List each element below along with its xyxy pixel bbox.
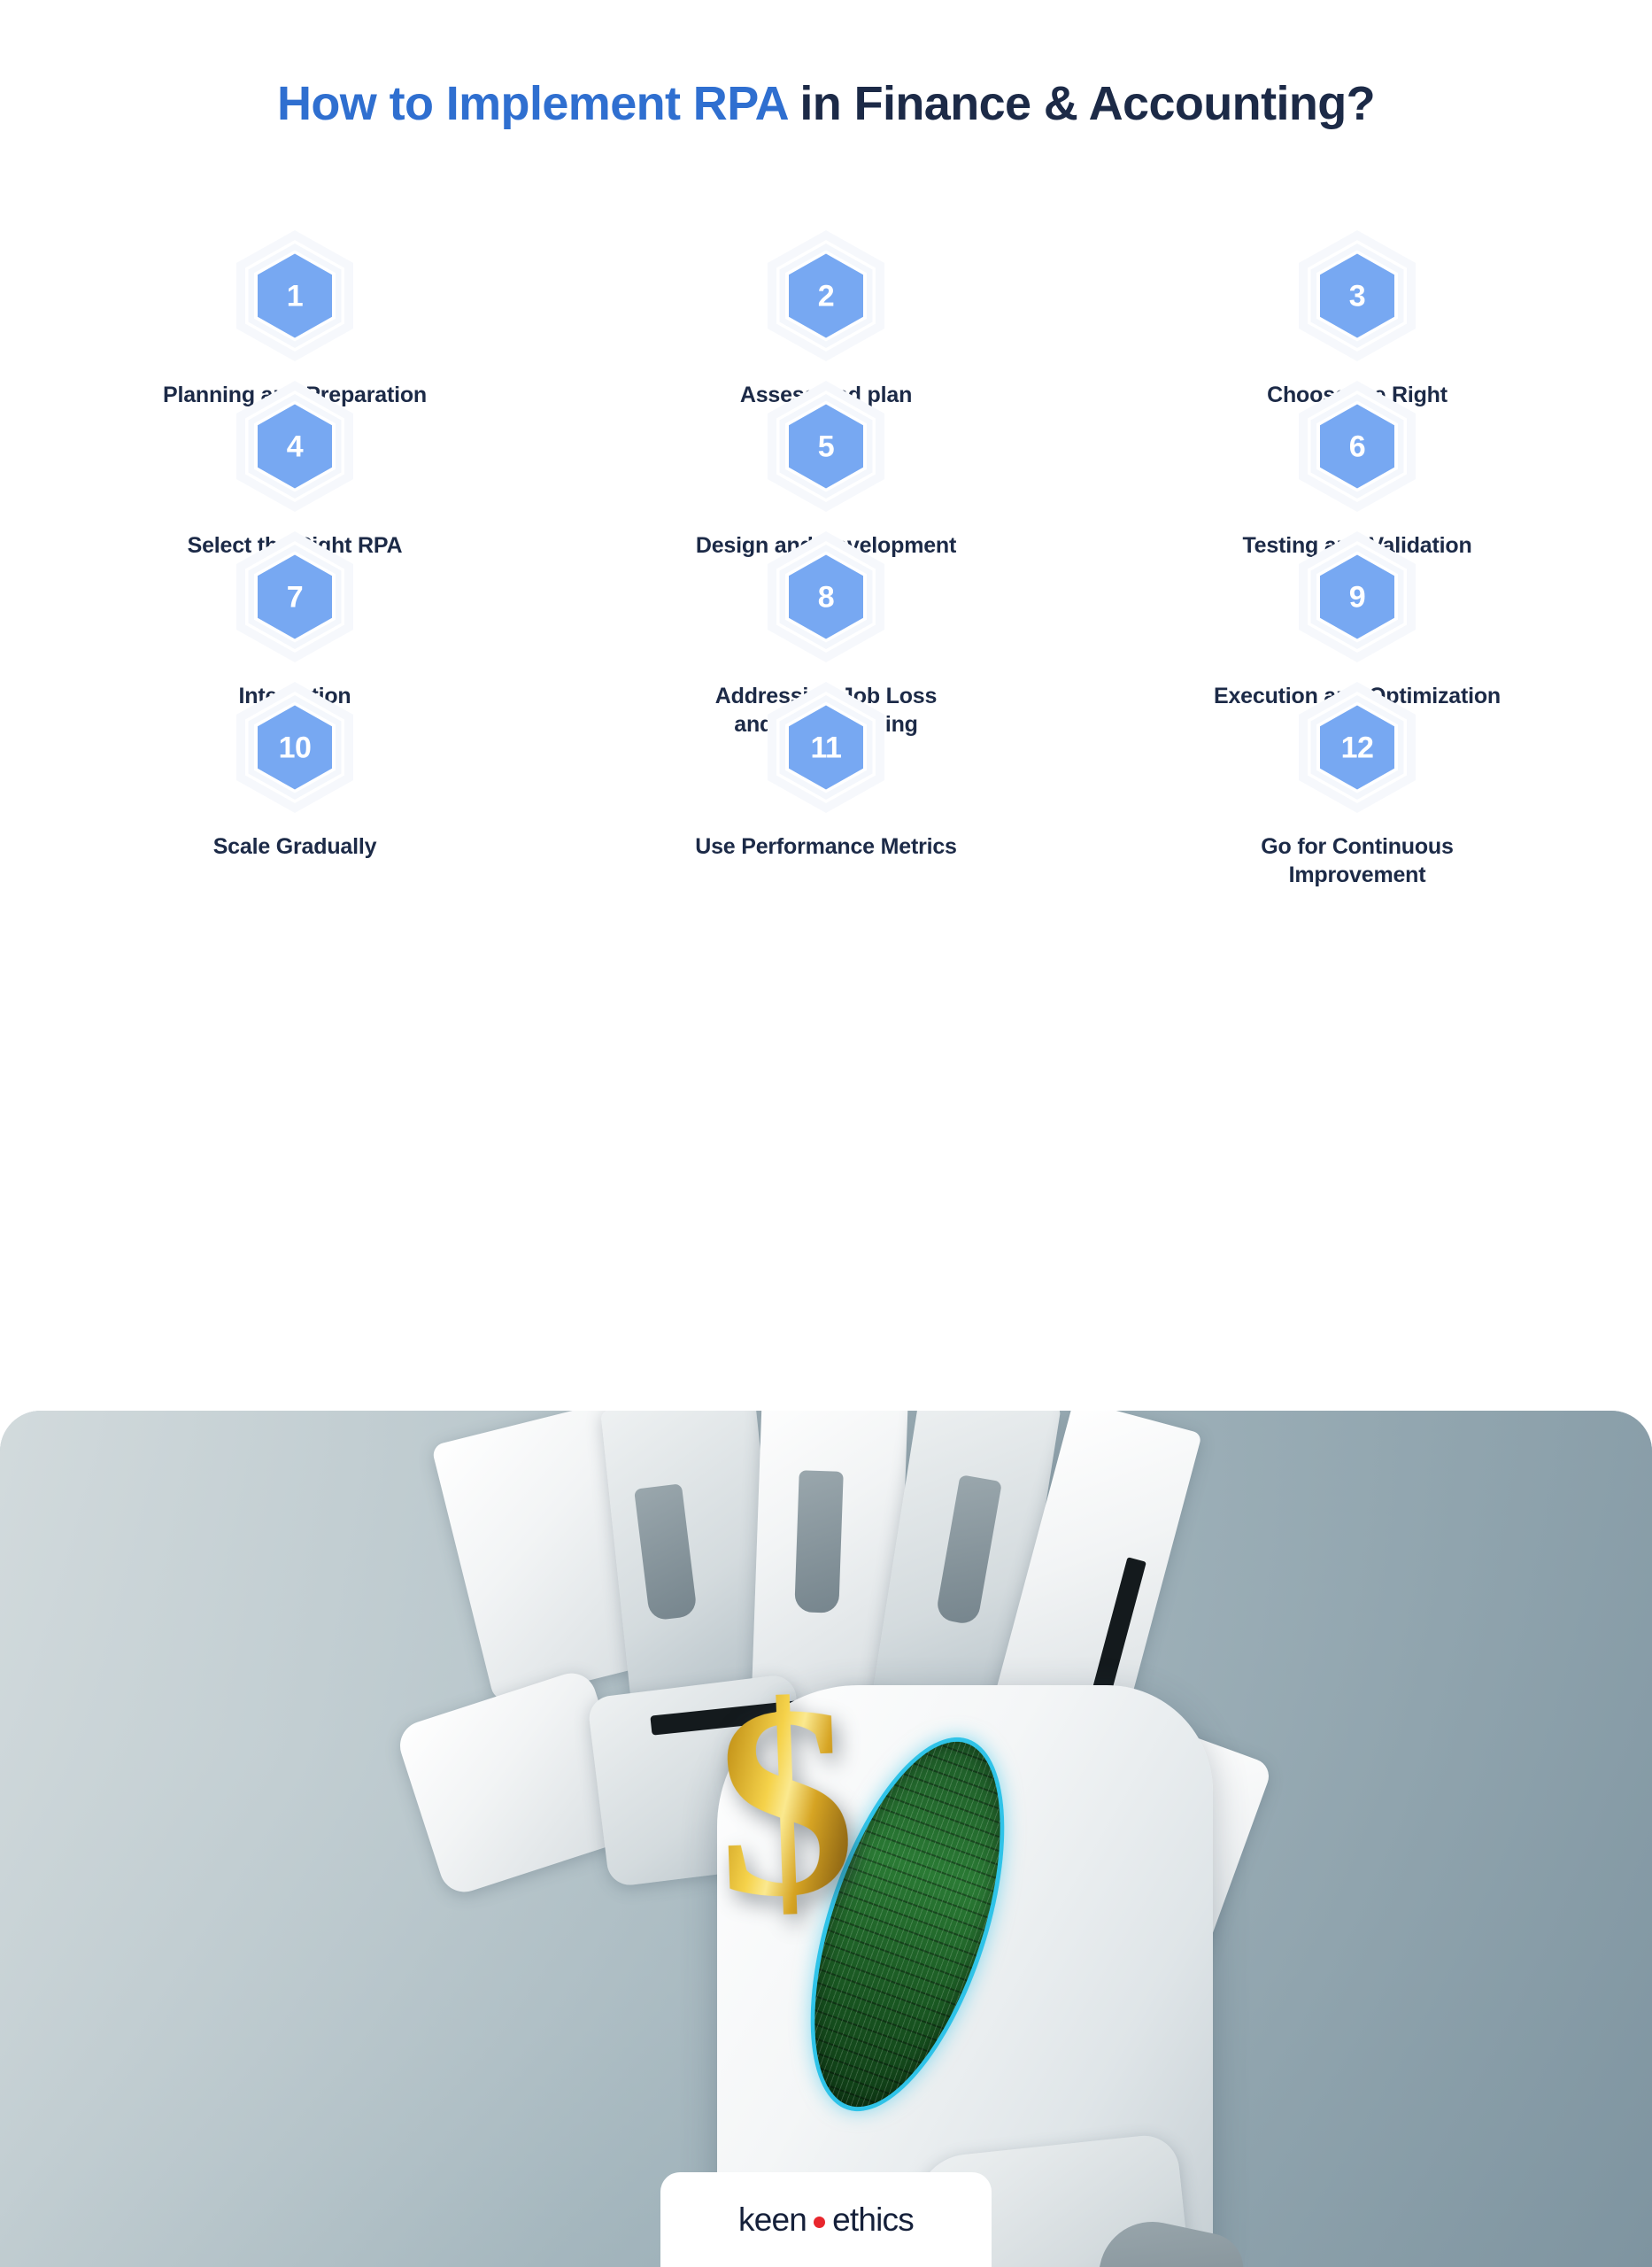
step-label: Go for Continuous Improvement <box>1261 834 1454 887</box>
step-number: 5 <box>817 429 835 463</box>
step-number: 7 <box>286 580 304 614</box>
brand-logo-card[interactable]: keen ethics <box>660 2172 992 2267</box>
dollar-sign-icon: $ <box>712 1647 860 1956</box>
step-item-11: 11 Use Performance Metrics <box>560 675 1092 859</box>
page-title-accent: How to Implement RPA <box>276 77 788 130</box>
step-item-1: 1 Planning and Preparation <box>29 223 560 407</box>
hexagon-badge-icon: 1 <box>236 230 353 361</box>
step-number: 11 <box>810 731 842 764</box>
step-item-6: 6 Testing and Validation <box>1092 374 1623 558</box>
hexagon-badge-icon: 5 <box>768 381 884 512</box>
steps-grid: 1 Planning and Preparation 2 Assess and … <box>29 223 1623 887</box>
infographic-root: How to Implement RPA in Finance & Accoun… <box>0 0 1652 2267</box>
step-item-12: 12 Go for Continuous Improvement <box>1092 675 1623 887</box>
step-number: 10 <box>278 731 312 764</box>
step-item-3: 3 Choose the Right Processes <box>1092 223 1623 436</box>
page-title-rest: in Finance & Accounting? <box>787 77 1376 130</box>
step-number: 6 <box>1348 429 1366 463</box>
logo-dot-icon <box>814 2217 826 2228</box>
logo-word-keen: keen <box>738 2201 807 2238</box>
hexagon-badge-icon: 6 <box>1299 381 1416 512</box>
hexagon-badge-icon: 11 <box>768 682 884 813</box>
step-label: Scale Gradually <box>212 834 377 859</box>
hexagon-badge-icon: 12 <box>1299 682 1416 813</box>
step-number: 1 <box>286 279 304 313</box>
step-number: 4 <box>286 429 304 463</box>
hexagon-badge-icon: 4 <box>236 381 353 512</box>
step-item-10: 10 Scale Gradually <box>29 675 560 859</box>
brand-logo: keen ethics <box>738 2201 915 2238</box>
step-item-5: 5 Design and Development <box>560 374 1092 558</box>
hexagon-badge-icon: 3 <box>1299 230 1416 361</box>
step-item-2: 2 Assess and plan <box>560 223 1092 407</box>
step-item-9: 9 Execution and Optimization <box>1092 524 1623 708</box>
step-number: 2 <box>817 279 835 313</box>
step-item-8: 8 Addressing Job Loss and Staff Training <box>560 524 1092 737</box>
hexagon-badge-icon: 8 <box>768 531 884 662</box>
logo-word-ethics: ethics <box>832 2201 915 2238</box>
step-item-7: 7 Integration <box>29 524 560 708</box>
page-title: How to Implement RPA in Finance & Accoun… <box>0 76 1652 131</box>
step-number: 8 <box>817 580 835 614</box>
step-number: 12 <box>1340 731 1374 764</box>
hexagon-badge-icon: 10 <box>236 682 353 813</box>
hexagon-badge-icon: 2 <box>768 230 884 361</box>
page-title-wrapper: How to Implement RPA in Finance & Accoun… <box>0 76 1652 131</box>
step-number: 9 <box>1348 580 1366 614</box>
hexagon-badge-icon: 9 <box>1299 531 1416 662</box>
robot-hand-illustration <box>393 1411 1652 2267</box>
step-label: Use Performance Metrics <box>695 834 957 859</box>
hexagon-badge-icon: 7 <box>236 531 353 662</box>
step-number: 3 <box>1348 279 1366 313</box>
step-item-4: 4 Select the Right RPA Software <box>29 374 560 586</box>
